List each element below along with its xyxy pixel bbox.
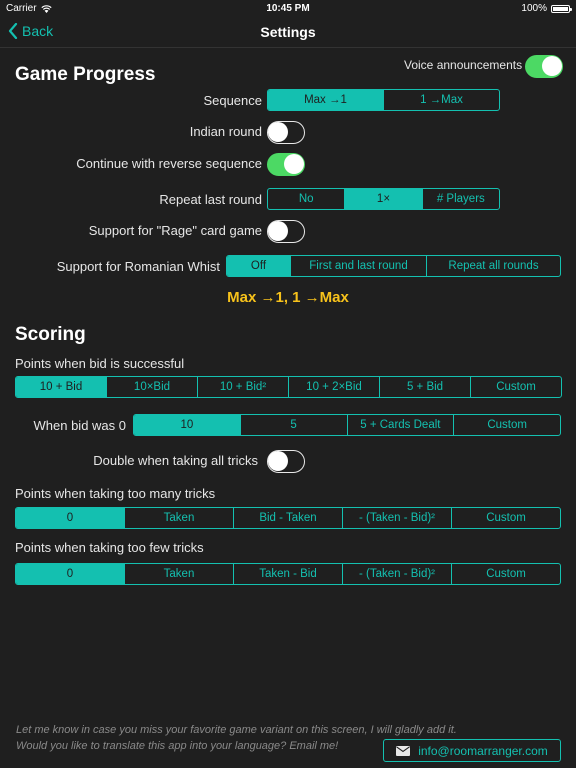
success-option-5-plus-bid[interactable]: 5 + Bid xyxy=(379,377,470,397)
status-bar: Carrier 10:45 PM 100% xyxy=(0,0,576,16)
sequence-option-max-to-1[interactable]: Max →1 xyxy=(268,90,383,110)
voice-announcements-toggle[interactable] xyxy=(525,55,563,78)
repeat-last-round-label: Repeat last round xyxy=(159,192,262,207)
sequence-label: Sequence xyxy=(203,93,262,108)
too-few-option-taken-minus-bid[interactable]: Taken - Bid xyxy=(233,564,342,584)
battery-percent: 100% xyxy=(521,3,547,14)
success-points-segmented-control[interactable]: 10 + Bid 10×Bid 10 + Bid² 10 + 2×Bid 5 +… xyxy=(15,376,562,398)
rage-support-toggle[interactable] xyxy=(267,220,305,243)
too-few-option-squared[interactable]: - (Taken - Bid)² xyxy=(342,564,451,584)
too-many-option-custom[interactable]: Custom xyxy=(451,508,560,528)
repeat-option-players[interactable]: # Players xyxy=(421,189,499,209)
bid-zero-segmented-control[interactable]: 10 5 5 + Cards Dealt Custom xyxy=(133,414,561,436)
double-all-tricks-label: Double when taking all tricks xyxy=(93,453,258,468)
too-many-option-squared[interactable]: - (Taken - Bid)² xyxy=(342,508,451,528)
romanian-whist-label: Support for Romanian Whist xyxy=(56,259,220,274)
success-option-10-times-bid[interactable]: 10×Bid xyxy=(106,377,197,397)
romanian-option-first-last[interactable]: First and last round xyxy=(290,256,426,276)
scoring-heading: Scoring xyxy=(15,324,86,345)
battery-indicator: 100% xyxy=(521,3,572,14)
rage-support-label: Support for "Rage" card game xyxy=(88,223,262,238)
battery-icon xyxy=(551,4,572,13)
too-many-option-taken[interactable]: Taken xyxy=(124,508,233,528)
repeat-last-round-segmented-control[interactable]: No 1× # Players xyxy=(267,188,500,210)
success-option-10-plus-bid-squared[interactable]: 10 + Bid² xyxy=(197,377,288,397)
page-title: Settings xyxy=(260,24,316,40)
too-many-tricks-label: Points when taking too many tricks xyxy=(15,486,216,501)
footer-line-1: Let me know in case you miss your favori… xyxy=(16,724,457,736)
game-progress-heading: Game Progress xyxy=(15,64,156,85)
too-many-tricks-segmented-control[interactable]: 0 Taken Bid - Taken - (Taken - Bid)² Cus… xyxy=(15,507,561,529)
romanian-whist-segmented-control[interactable]: Off First and last round Repeat all roun… xyxy=(226,255,561,277)
nav-divider xyxy=(0,47,576,48)
romanian-option-repeat-all[interactable]: Repeat all rounds xyxy=(426,256,560,276)
indian-round-toggle[interactable] xyxy=(267,121,305,144)
bid-zero-option-5-plus-cards[interactable]: 5 + Cards Dealt xyxy=(346,415,454,435)
sequence-summary: Max →1, 1 →Max xyxy=(227,289,349,306)
romanian-option-off[interactable]: Off xyxy=(227,256,290,276)
email-address: info@roomarranger.com xyxy=(418,743,548,758)
too-many-option-0[interactable]: 0 xyxy=(16,508,124,528)
success-option-custom[interactable]: Custom xyxy=(470,377,561,397)
repeat-option-no[interactable]: No xyxy=(268,189,344,209)
too-few-option-taken[interactable]: Taken xyxy=(124,564,233,584)
success-points-label: Points when bid is successful xyxy=(15,356,185,371)
bid-zero-label: When bid was 0 xyxy=(33,418,127,433)
reverse-sequence-label: Continue with reverse sequence xyxy=(76,156,262,171)
indian-round-label: Indian round xyxy=(189,124,262,139)
too-few-tricks-label: Points when taking too few tricks xyxy=(15,540,204,555)
voice-announcements-label: Voice announcements xyxy=(404,58,523,72)
envelope-icon xyxy=(396,745,411,756)
success-option-10-plus-2-bid[interactable]: 10 + 2×Bid xyxy=(288,377,379,397)
bid-zero-option-custom[interactable]: Custom xyxy=(453,415,560,435)
clock: 10:45 PM xyxy=(266,3,310,14)
email-button[interactable]: info@roomarranger.com xyxy=(383,739,561,762)
bid-zero-option-5[interactable]: 5 xyxy=(239,415,347,435)
too-few-option-0[interactable]: 0 xyxy=(16,564,124,584)
too-few-option-custom[interactable]: Custom xyxy=(451,564,560,584)
reverse-sequence-toggle[interactable] xyxy=(267,153,305,176)
navigation-bar: Back Settings xyxy=(0,16,576,48)
too-few-tricks-segmented-control[interactable]: 0 Taken Taken - Bid - (Taken - Bid)² Cus… xyxy=(15,563,561,585)
bid-zero-option-10[interactable]: 10 xyxy=(134,415,240,435)
success-option-10-plus-bid[interactable]: 10 + Bid xyxy=(16,377,106,397)
repeat-option-1x[interactable]: 1× xyxy=(344,189,422,209)
double-all-tricks-toggle[interactable] xyxy=(267,450,305,473)
sequence-segmented-control[interactable]: Max →1 1 →Max xyxy=(267,89,500,111)
sequence-option-1-to-max[interactable]: 1 →Max xyxy=(383,90,499,110)
too-many-option-bid-minus-taken[interactable]: Bid - Taken xyxy=(233,508,342,528)
